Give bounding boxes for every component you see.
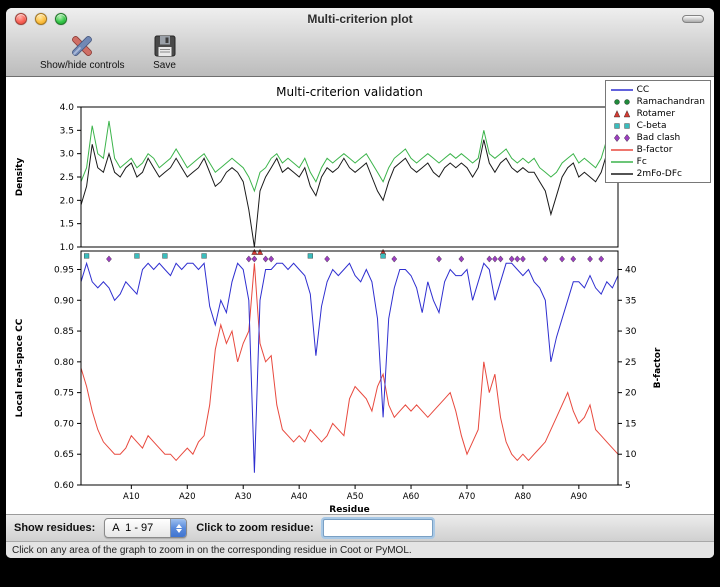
svg-text:A30: A30 xyxy=(235,492,252,502)
svg-text:1.0: 1.0 xyxy=(60,243,75,253)
svg-text:0.95: 0.95 xyxy=(54,265,74,275)
show-residues-value: A 1 - 97 xyxy=(105,519,170,537)
stepper-arrows-icon xyxy=(170,519,186,537)
save-button[interactable]: Save xyxy=(149,32,181,72)
window: Multi-criterion plot Show/hide controls xyxy=(6,8,714,558)
svg-text:15: 15 xyxy=(625,419,636,429)
legend-marker xyxy=(609,109,635,119)
zoom-residue-label: Click to zoom residue: xyxy=(196,522,313,534)
show-hide-controls-button[interactable]: Show/hide controls xyxy=(36,32,129,72)
svg-text:B-factor: B-factor xyxy=(653,347,663,388)
legend-marker xyxy=(609,85,635,95)
window-title: Multi-criterion plot xyxy=(307,12,412,26)
show-residues-select[interactable]: A 1 - 97 xyxy=(104,518,187,538)
legend-label: Rotamer xyxy=(637,109,675,119)
svg-text:25: 25 xyxy=(625,358,636,368)
series-2mFo-DFc xyxy=(81,140,618,247)
series-B-factor xyxy=(81,263,618,460)
svg-text:0.60: 0.60 xyxy=(54,481,74,491)
legend-marker xyxy=(609,157,635,167)
title-bar[interactable]: Multi-criterion plot xyxy=(6,8,714,30)
svg-text:A70: A70 xyxy=(459,492,476,502)
plot-area: Multi-criterion validation 4.0 3.5 3.0 2.5 2.… xyxy=(6,77,714,514)
svg-text:Density: Density xyxy=(15,158,25,197)
zoom-residue-input[interactable] xyxy=(323,519,433,537)
svg-text:30: 30 xyxy=(625,327,637,337)
chart-legend: CC Ramachandran Rotamer C-beta Bad clash… xyxy=(605,80,711,183)
svg-text:2.5: 2.5 xyxy=(60,173,74,183)
legend-item: Fc xyxy=(609,156,705,167)
svg-text:35: 35 xyxy=(625,296,636,306)
series-CC xyxy=(81,263,618,472)
legend-label: CC xyxy=(637,85,650,95)
status-text: Click on any area of the graph to zoom i… xyxy=(12,545,412,556)
svg-text:4.0: 4.0 xyxy=(60,103,75,113)
svg-text:A20: A20 xyxy=(179,492,196,502)
window-controls xyxy=(15,13,67,25)
svg-text:A80: A80 xyxy=(515,492,532,502)
series-Fc xyxy=(81,121,618,191)
close-button[interactable] xyxy=(15,13,27,25)
svg-text:5: 5 xyxy=(625,481,631,491)
legend-marker xyxy=(609,145,635,155)
status-bar: Click on any area of the graph to zoom i… xyxy=(6,541,714,558)
window-chrome: Multi-criterion plot Show/hide controls xyxy=(6,8,714,77)
svg-text:0.65: 0.65 xyxy=(54,450,74,460)
legend-item: Rotamer xyxy=(609,108,705,119)
svg-text:Residue: Residue xyxy=(329,505,369,514)
svg-text:20: 20 xyxy=(625,389,637,399)
svg-text:1.5: 1.5 xyxy=(60,220,74,230)
svg-text:A10: A10 xyxy=(123,492,140,502)
legend-marker xyxy=(609,133,635,143)
legend-label: Bad clash xyxy=(637,133,681,143)
svg-text:0.85: 0.85 xyxy=(54,327,74,337)
legend-marker xyxy=(609,169,635,179)
save-label: Save xyxy=(153,60,176,71)
legend-item: Ramachandran xyxy=(609,96,705,107)
zoom-button[interactable] xyxy=(55,13,67,25)
svg-text:3.0: 3.0 xyxy=(60,150,75,160)
svg-text:3.5: 3.5 xyxy=(60,126,74,136)
legend-item: CC xyxy=(609,84,705,95)
svg-text:0.90: 0.90 xyxy=(54,296,74,306)
tools-icon xyxy=(67,33,97,59)
svg-text:2.0: 2.0 xyxy=(60,196,75,206)
markers-c-beta xyxy=(84,254,385,259)
legend-item: 2mFo-DFc xyxy=(609,168,705,179)
toolbar-toggle-button[interactable] xyxy=(682,15,704,23)
show-hide-controls-label: Show/hide controls xyxy=(40,60,125,71)
chart-title: Multi-criterion validation xyxy=(276,85,423,99)
svg-text:A90: A90 xyxy=(571,492,588,502)
legend-item: B-factor xyxy=(609,144,705,155)
svg-text:0.80: 0.80 xyxy=(54,358,74,368)
svg-text:Local real-space CC: Local real-space CC xyxy=(15,318,25,417)
legend-label: B-factor xyxy=(637,145,673,155)
minimize-button[interactable] xyxy=(35,13,47,25)
svg-text:A60: A60 xyxy=(403,492,420,502)
desktop-background: { "window": { "title": "Multi-criterion … xyxy=(0,0,720,587)
toolbar: Show/hide controls Save xyxy=(6,30,714,76)
controls-bar: Show residues: A 1 - 97 Click to zoom re… xyxy=(6,514,714,541)
legend-item: C-beta xyxy=(609,120,705,131)
svg-text:10: 10 xyxy=(625,450,637,460)
svg-text:0.70: 0.70 xyxy=(54,419,74,429)
svg-text:40: 40 xyxy=(625,265,637,275)
svg-text:A40: A40 xyxy=(291,492,308,502)
legend-item: Bad clash xyxy=(609,132,705,143)
markers-rotamer xyxy=(252,249,386,254)
svg-text:A50: A50 xyxy=(347,492,364,502)
svg-text:0.75: 0.75 xyxy=(54,389,74,399)
legend-label: 2mFo-DFc xyxy=(637,169,682,179)
save-icon xyxy=(153,33,177,59)
show-residues-label: Show residues: xyxy=(14,522,95,534)
legend-label: Fc xyxy=(637,157,647,167)
legend-label: C-beta xyxy=(637,121,667,131)
legend-marker xyxy=(609,121,635,131)
legend-label: Ramachandran xyxy=(637,97,705,107)
legend-marker xyxy=(609,97,635,107)
markers-bad-clash xyxy=(106,256,603,262)
